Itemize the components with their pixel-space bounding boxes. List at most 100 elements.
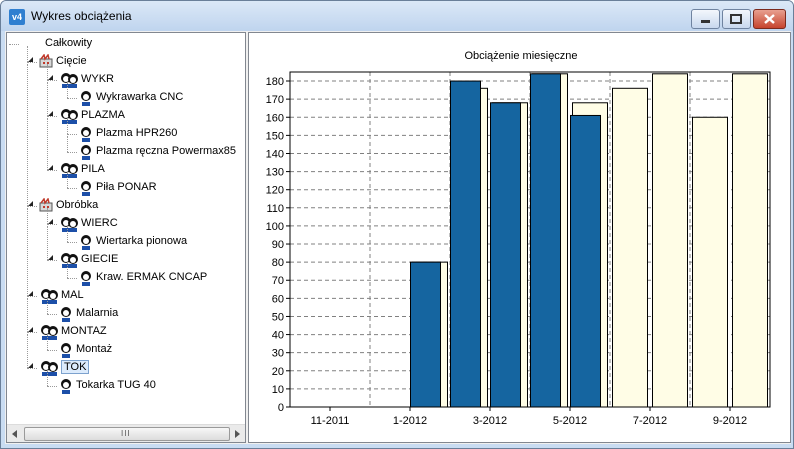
workers-icon	[59, 72, 79, 91]
y-axis-ticks: 0 10 20 30 40 50 60 70 80 90 100 110 120 130 140 150 160…	[266, 76, 290, 414]
tree-item-label: Wykrawarka CNC	[96, 91, 184, 103]
tree-item[interactable]: Cięcie	[7, 53, 245, 71]
workers-icon	[39, 324, 59, 343]
y-tick-label: 60	[272, 293, 284, 305]
tree-item[interactable]: GIECIE	[7, 252, 245, 268]
close-button[interactable]	[753, 9, 786, 29]
scrollbar-thumb[interactable]: III	[24, 427, 230, 441]
tree-item[interactable]: MONTAZ	[7, 324, 245, 340]
tree-item[interactable]: Kraw. ERMAK CNCAP	[7, 270, 245, 286]
tree-connector	[67, 172, 68, 188]
collapse-arrow-icon[interactable]	[28, 363, 33, 368]
tree-item[interactable]: MAL	[7, 288, 245, 304]
load-bar	[530, 73, 561, 408]
tree-item[interactable]: Wiertarka pionowa	[7, 234, 245, 250]
load-bar	[410, 261, 441, 408]
x-tick-label: 11-2011	[311, 415, 350, 427]
collapse-arrow-icon[interactable]	[28, 327, 33, 332]
tree-item-label: Cięcie	[56, 55, 87, 67]
y-tick-label: 0	[278, 402, 284, 414]
y-tick-label: 100	[266, 221, 284, 233]
tree-connector	[47, 334, 48, 350]
x-tick-label: 3-2012	[473, 415, 507, 427]
scroll-left-arrow-icon[interactable]	[12, 430, 17, 438]
tree-item[interactable]: Tokarka TUG 40	[7, 378, 245, 394]
tree-connector	[27, 368, 37, 369]
worker-icon	[59, 306, 73, 325]
worker-icon	[79, 90, 93, 109]
workers-icon	[59, 216, 79, 235]
load-chart: 0 10 20 30 40 50 60 70 80 90 100 110 120 130 140 150 160…	[266, 50, 771, 427]
workers-icon	[39, 288, 59, 307]
tree-connector	[27, 296, 37, 297]
tree-item-label: PLAZMA	[81, 109, 126, 121]
tree-connector	[47, 64, 48, 80]
collapse-arrow-icon[interactable]	[48, 111, 53, 116]
tree-item-label: Całkowity	[45, 37, 93, 49]
tree-connector	[67, 134, 77, 135]
collapse-arrow-icon[interactable]	[48, 165, 53, 170]
workers-icon	[39, 360, 59, 379]
scroll-right-arrow-icon[interactable]	[235, 430, 240, 438]
collapse-arrow-icon[interactable]	[28, 57, 33, 62]
title-bar[interactable]: v4 Wykres obciążenia	[1, 1, 793, 31]
tree-item[interactable]: Plazma ręczna Powermax85	[7, 144, 245, 160]
tree-item-label: Kraw. ERMAK CNCAP	[96, 271, 208, 283]
y-tick-label: 110	[266, 203, 284, 215]
maximize-button[interactable]	[722, 9, 751, 29]
minimize-button[interactable]	[691, 9, 720, 29]
tree-item[interactable]: TOK	[7, 360, 245, 376]
worker-icon	[79, 126, 93, 145]
tree-item[interactable]: PILA	[7, 162, 245, 178]
resource-tree[interactable]: Całkowity Cięcie WYKR Wykrawarka CNC PLAZMA P…	[6, 32, 246, 443]
tree-item-label: Plazma HPR260	[96, 127, 178, 139]
tree-connector	[47, 82, 48, 116]
collapse-arrow-icon[interactable]	[28, 291, 33, 296]
workers-icon	[59, 162, 79, 181]
tree-connector	[27, 298, 28, 332]
tree-connector	[47, 226, 48, 260]
tree-item[interactable]: WIERC	[7, 216, 245, 232]
tree-connector	[67, 98, 77, 99]
collapse-arrow-icon[interactable]	[28, 201, 33, 206]
tree-item[interactable]: Malarnia	[7, 306, 245, 322]
tree-item-label: Piła PONAR	[96, 181, 157, 193]
tree-item[interactable]: Wykrawarka CNC	[7, 90, 245, 106]
capacity-bar	[652, 73, 688, 408]
tree-item-label: Tokarka TUG 40	[76, 379, 156, 391]
worker-icon	[59, 378, 73, 397]
tree-connector	[27, 206, 37, 207]
tree-item-label: WYKR	[81, 73, 114, 85]
chart-panel: 0 10 20 30 40 50 60 70 80 90 100 110 120 130 140 150 160…	[248, 32, 791, 443]
collapse-arrow-icon[interactable]	[48, 219, 53, 224]
capacity-bar	[732, 73, 768, 408]
collapse-arrow-icon[interactable]	[48, 255, 53, 260]
tree-horizontal-scrollbar[interactable]: III	[7, 424, 245, 442]
tree-item[interactable]: PLAZMA	[7, 108, 245, 124]
chart-title: Obciążenie miesięczne	[464, 50, 577, 62]
workers-icon	[59, 108, 79, 127]
worker-icon	[79, 270, 93, 289]
close-icon	[764, 14, 775, 24]
tree-item[interactable]: Plazma HPR260	[7, 126, 245, 142]
tree-item[interactable]: WYKR	[7, 72, 245, 88]
tree-item-label: PILA	[81, 163, 105, 175]
y-tick-label: 150	[266, 130, 284, 142]
tree-connector	[47, 314, 57, 315]
tree-item-label: GIECIE	[81, 253, 119, 265]
tree-connector	[47, 80, 57, 81]
tree-connector	[67, 82, 68, 98]
y-tick-label: 20	[272, 366, 284, 378]
y-tick-label: 50	[272, 311, 284, 323]
tree-item[interactable]: Piła PONAR	[7, 180, 245, 196]
capacity-bar	[692, 116, 728, 408]
chart-bars	[410, 73, 768, 408]
v4-app-icon: v4	[9, 9, 25, 25]
tree-connector	[47, 224, 57, 225]
minimize-icon	[701, 20, 710, 23]
factory-icon	[39, 53, 53, 71]
tree-item[interactable]: Montaż	[7, 342, 245, 358]
tree-item[interactable]: Całkowity	[7, 36, 245, 52]
tree-item[interactable]: Obróbka	[7, 197, 245, 214]
collapse-arrow-icon[interactable]	[48, 75, 53, 80]
